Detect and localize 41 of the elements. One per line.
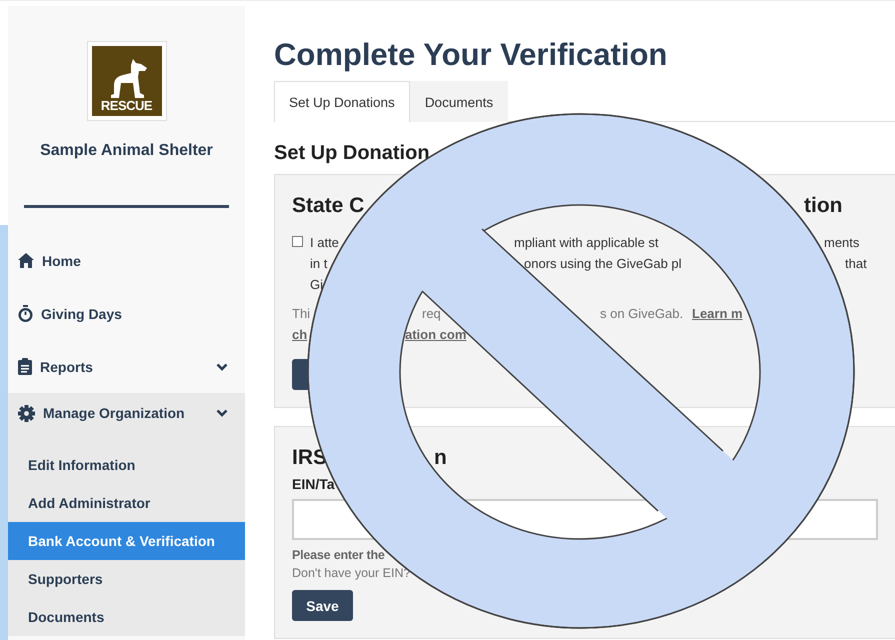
page-title: Complete Your Verification bbox=[274, 36, 668, 74]
note-text: req bbox=[422, 305, 441, 323]
sub-nav-item[interactable]: Bank Account & Verification bbox=[8, 522, 245, 560]
attestation-text: onors using the GiveGab pl bbox=[524, 255, 682, 273]
checkbox[interactable] bbox=[292, 236, 303, 247]
sub-nav-item[interactable]: Add Administrator bbox=[8, 484, 245, 522]
chevron-down-icon[interactable] bbox=[216, 409, 228, 417]
logo-text: RESCUE bbox=[100, 99, 152, 113]
org-name: Sample Animal Shelter bbox=[39, 142, 214, 160]
stopwatch-icon bbox=[18, 305, 33, 322]
section-title: Set Up Donation bbox=[274, 142, 431, 164]
clipboard-icon bbox=[18, 358, 32, 375]
sub-nav-item[interactable]: Edit Information bbox=[8, 446, 245, 484]
save-button[interactable]: Save bbox=[292, 590, 353, 621]
card-title: n bbox=[434, 445, 447, 471]
note-text: Thi bbox=[292, 305, 310, 323]
field-label: EIN/Ta bbox=[292, 476, 336, 492]
note-text: s on GiveGab. bbox=[600, 305, 684, 323]
learn-more-link[interactable]: ation com bbox=[405, 324, 466, 345]
sub-nav-item[interactable]: Documents bbox=[8, 598, 245, 636]
attestation-text: ments bbox=[824, 234, 860, 252]
tab[interactable]: Set Up Donations bbox=[274, 81, 410, 122]
attestation-text: I atte bbox=[310, 234, 339, 252]
nav-item[interactable]: Manage Organization bbox=[8, 393, 245, 433]
learn-more-link[interactable]: Learn m bbox=[692, 303, 743, 324]
learn-more-link[interactable]: ch bbox=[292, 324, 308, 345]
attestation-text: that bbox=[845, 255, 867, 273]
tab[interactable]: Documents bbox=[410, 81, 508, 122]
attestation-text: Gi bbox=[310, 276, 323, 294]
gear-icon bbox=[18, 404, 35, 422]
attestation-text: in t bbox=[310, 255, 328, 273]
nav-item[interactable]: Giving Days bbox=[8, 287, 245, 340]
card-title: tion bbox=[804, 193, 842, 219]
chevron-down-icon[interactable] bbox=[216, 362, 228, 370]
hint-text: Please enter the bbox=[292, 548, 386, 562]
nav-item[interactable]: Reports bbox=[8, 340, 245, 393]
card-title: State C bbox=[292, 193, 364, 219]
attestation-text: mpliant with applicable st bbox=[514, 234, 659, 252]
nav-item[interactable]: Home bbox=[8, 234, 245, 287]
sub-nav-item[interactable]: Supporters bbox=[8, 560, 245, 598]
home-icon bbox=[18, 253, 34, 268]
